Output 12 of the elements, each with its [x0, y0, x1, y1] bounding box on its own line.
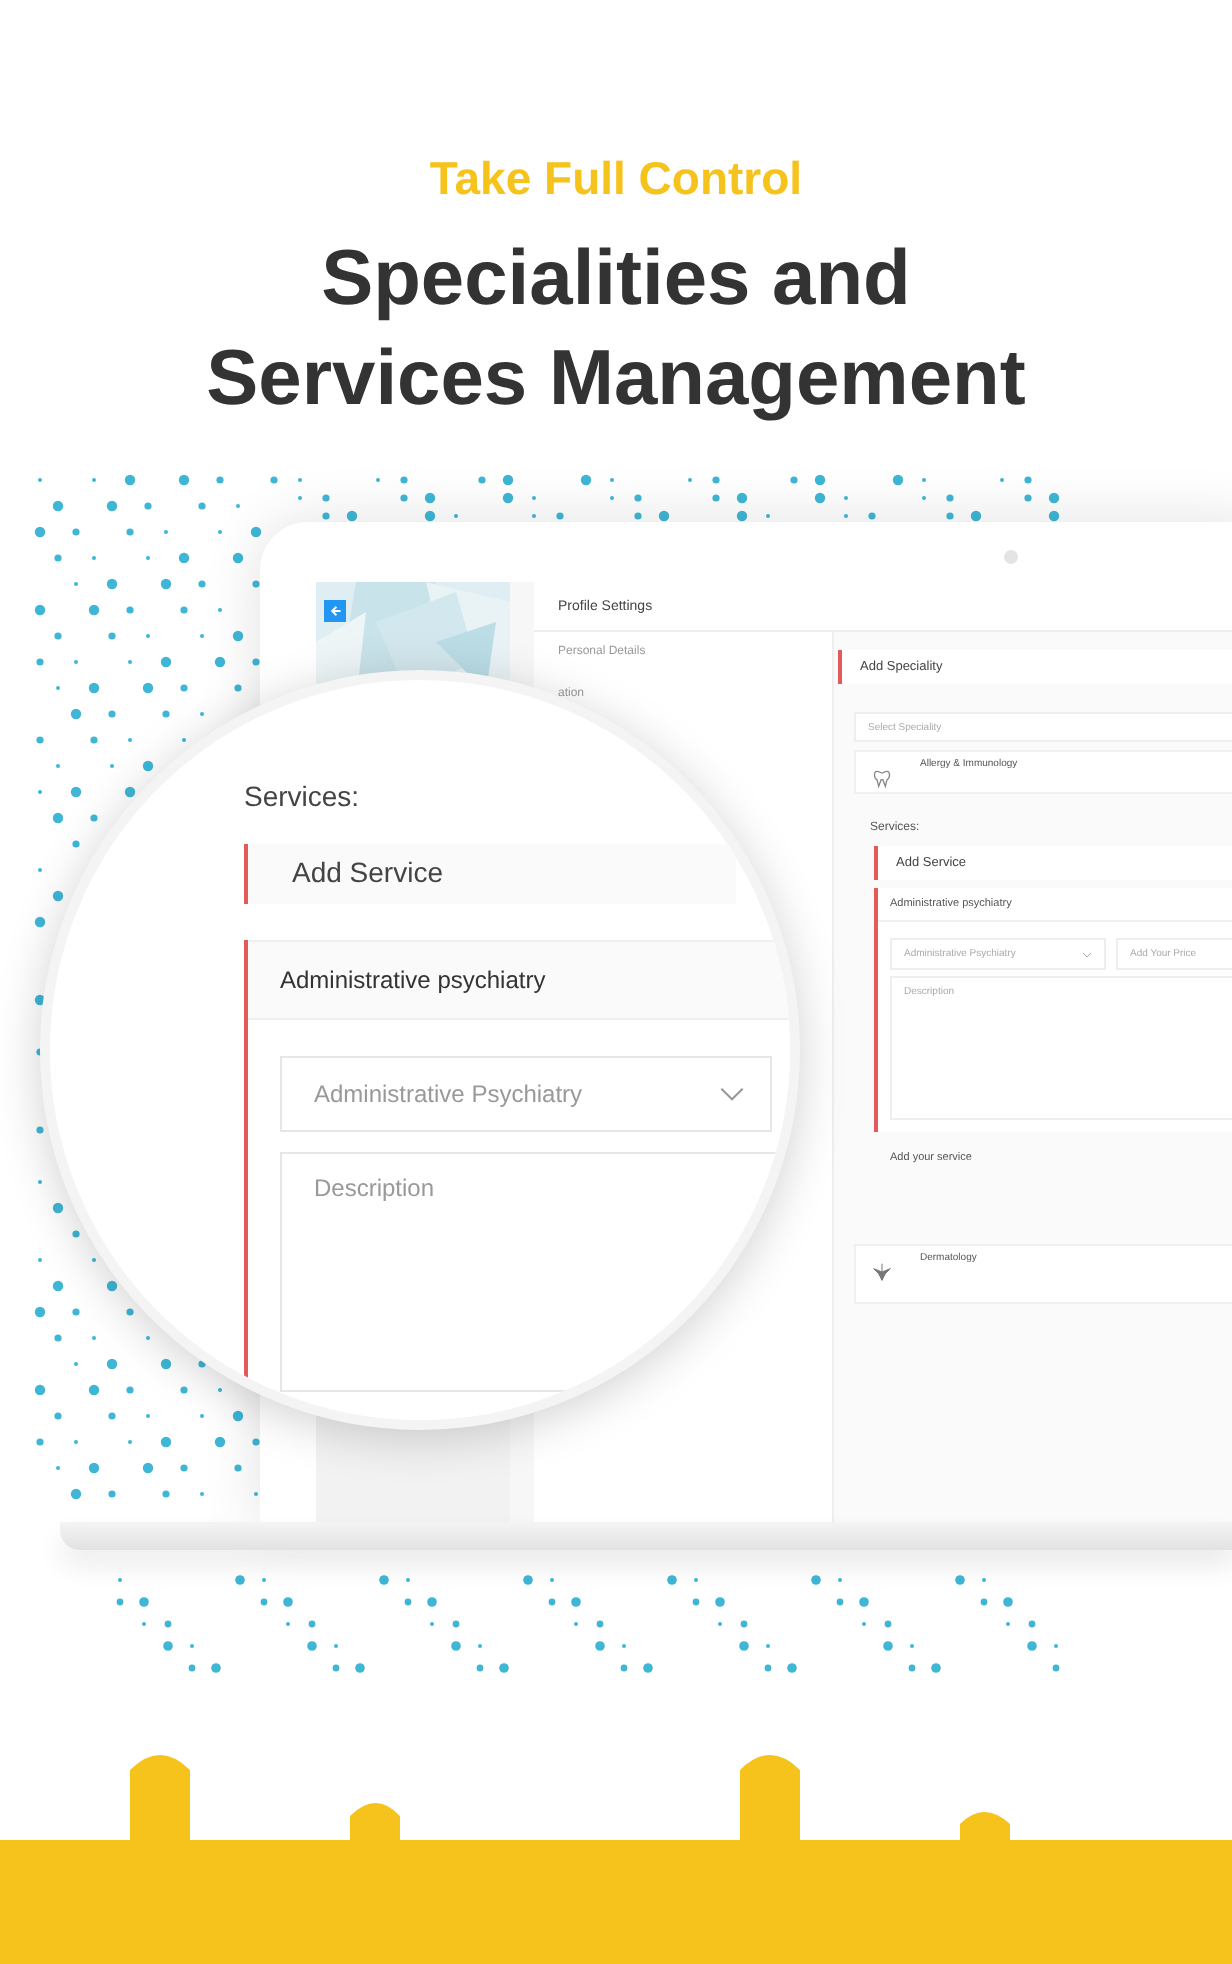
- eyebrow-text: Take Full Control: [429, 152, 803, 206]
- tooth-icon: [872, 768, 892, 788]
- add-service-button[interactable]: Add Service: [244, 844, 736, 904]
- page-title-line: Services Management: [206, 334, 1026, 426]
- back-button[interactable]: [324, 600, 346, 622]
- camera-icon: [1004, 550, 1018, 564]
- page-title-line: Specialities and: [321, 234, 911, 326]
- chevron-down-icon: [1082, 951, 1092, 957]
- service-name: Administrative psychiatry: [248, 940, 790, 1020]
- chevron-down-icon: [718, 1086, 746, 1102]
- services-label: Services:: [244, 780, 362, 812]
- back-arrow-icon: [328, 604, 342, 618]
